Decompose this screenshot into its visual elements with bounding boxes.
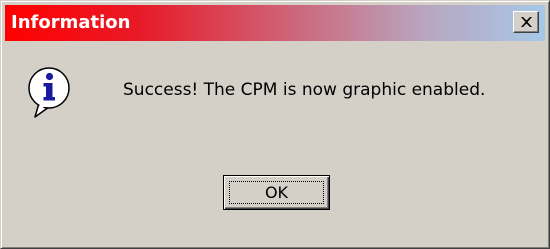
dialog-title: Information <box>11 12 131 33</box>
ok-button[interactable]: OK <box>223 175 330 210</box>
close-icon <box>521 17 532 27</box>
close-button[interactable] <box>513 11 539 33</box>
title-bar[interactable]: Information <box>5 5 545 41</box>
dialog-message: Success! The CPM is now graphic enabled. <box>123 80 486 100</box>
information-icon <box>28 67 70 118</box>
ok-button-label: OK <box>264 183 289 202</box>
information-dialog: Information Success! The CPM is now grap… <box>0 0 550 249</box>
